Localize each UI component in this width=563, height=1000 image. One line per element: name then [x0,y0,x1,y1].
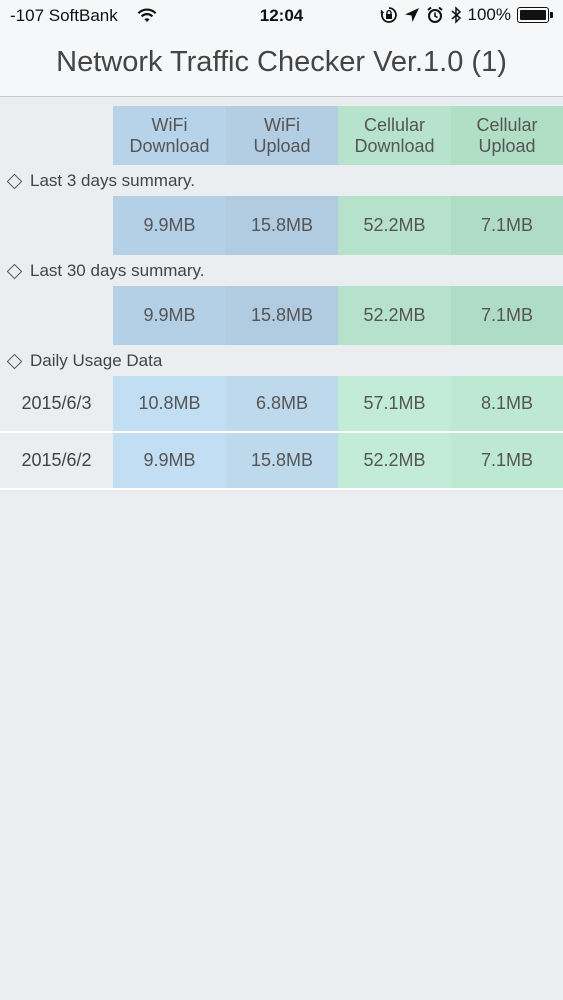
column-header-cellular-upload: Cellular Upload [451,106,563,165]
wifi-download-value: 9.9MB [113,433,226,488]
diamond-icon [6,353,23,369]
wifi-download-value: 10.8MB [113,376,226,431]
wifi-upload-value: 15.8MB [226,196,338,255]
cellular-upload-value: 7.1MB [451,433,563,488]
rotation-lock-icon [380,7,397,23]
wifi-download-value: 9.9MB [113,286,226,345]
summary-row-last-3-days: 9.9MB 15.8MB 52.2MB 7.1MB [0,196,563,255]
cellular-download-value: 52.2MB [338,286,451,345]
summary-row-last-30-days: 9.9MB 15.8MB 52.2MB 7.1MB [0,286,563,345]
alarm-icon [426,6,443,23]
date-cell: 2015/6/2 [0,433,113,488]
section-label: Daily Usage Data [30,351,163,370]
section-header-daily-usage: Daily Usage Data [0,347,563,375]
wifi-upload-value: 6.8MB [226,376,338,431]
cellular-download-value: 57.1MB [338,376,451,431]
wifi-upload-value: 15.8MB [226,433,338,488]
table-row[interactable]: 2015/6/3 10.8MB 6.8MB 57.1MB 8.1MB [0,376,563,431]
section-header-last-3-days: Last 3 days summary. [0,167,563,195]
column-header-cellular-download: Cellular Download [338,106,451,165]
navigation-bar: Network Traffic Checker Ver.1.0 (1) [0,34,563,97]
section-label: Last 3 days summary. [30,171,196,190]
cellular-upload-value: 8.1MB [451,376,563,431]
cellular-upload-value: 7.1MB [451,196,563,255]
wifi-upload-value: 15.8MB [226,286,338,345]
diamond-icon [6,263,23,279]
bluetooth-icon [451,6,461,24]
section-header-last-30-days: Last 30 days summary. [0,257,563,285]
date-cell: 2015/6/3 [0,376,113,431]
location-arrow-icon [404,8,419,22]
page-title: Network Traffic Checker Ver.1.0 (1) [56,46,507,78]
table-row[interactable]: 2015/6/2 9.9MB 15.8MB 52.2MB 7.1MB [0,433,563,488]
diamond-icon [6,173,23,189]
section-label: Last 30 days summary. [30,261,205,280]
column-header-wifi-download: WiFi Download [113,106,226,165]
status-bar: -107 SoftBank 12:04 100% [0,0,563,34]
wifi-download-value: 9.9MB [113,196,226,255]
battery-percent: 100% [467,5,511,24]
column-header-row: WiFi Download WiFi Upload Cellular Downl… [0,106,563,165]
row-divider [0,488,563,490]
battery-icon [517,7,553,23]
column-header-wifi-upload: WiFi Upload [226,106,338,165]
cellular-download-value: 52.2MB [338,433,451,488]
cellular-download-value: 52.2MB [338,196,451,255]
cellular-upload-value: 7.1MB [451,286,563,345]
